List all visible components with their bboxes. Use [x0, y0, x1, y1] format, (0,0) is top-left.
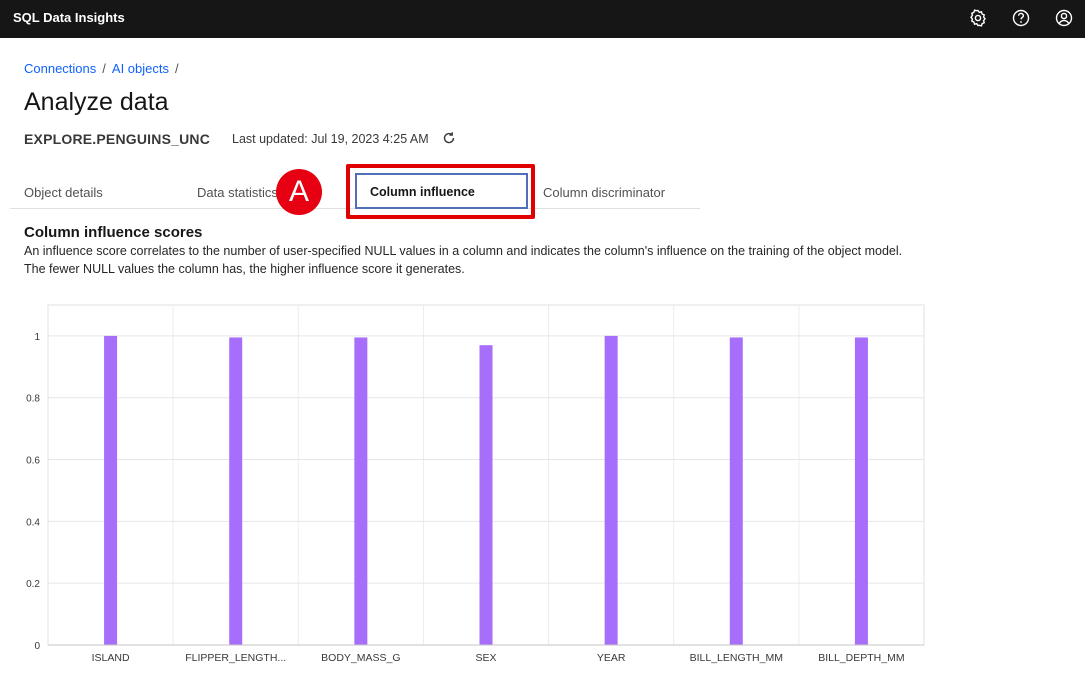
- object-name: EXPLORE.PENGUINS_UNC: [24, 131, 211, 147]
- chart-ytick-label: 0: [34, 641, 40, 652]
- chart-bar: [854, 337, 868, 645]
- refresh-icon[interactable]: [442, 131, 456, 145]
- highlight-box: [346, 164, 535, 219]
- chart-xtick-label: ISLAND: [92, 652, 130, 664]
- chart-ytick-label: 0.8: [26, 394, 40, 405]
- chart-bar: [354, 337, 368, 645]
- chart-bar: [729, 337, 743, 645]
- section-title: Column influence scores: [24, 224, 203, 241]
- chart-xtick-label: FLIPPER_LENGTH...: [185, 652, 286, 664]
- chart-xtick-label: BILL_DEPTH_MM: [818, 652, 904, 664]
- breadcrumb: Connections / AI objects /: [24, 61, 185, 76]
- last-updated-text: Last updated: Jul 19, 2023 4:25 AM: [232, 132, 429, 146]
- chart-xtick-label: SEX: [475, 652, 496, 664]
- chart-bar: [104, 335, 118, 645]
- tab-data-statistics[interactable]: Data statistics: [197, 185, 278, 200]
- column-influence-chart: 0 0.2 0.4 0.6 0.8 1 ISLAND FLIPPER_LENGTH... BOD…: [26, 304, 925, 664]
- section-description: An influence score correlates to the num…: [24, 244, 903, 276]
- chart-bar: [604, 335, 618, 645]
- app-title: SQL Data Insights: [13, 10, 125, 25]
- tab-column-discriminator[interactable]: Column discriminator: [543, 185, 665, 200]
- breadcrumb-ai-objects[interactable]: AI objects: [112, 61, 169, 76]
- help-icon[interactable]: [1011, 8, 1031, 28]
- chart-ytick-label: 1: [34, 332, 40, 343]
- chart-xtick-label: BILL_LENGTH_MM: [690, 652, 783, 664]
- chart-bar: [229, 337, 243, 645]
- breadcrumb-connections[interactable]: Connections: [24, 61, 96, 76]
- chart-xtick-label: YEAR: [597, 652, 626, 664]
- chart-ytick-label: 0.6: [26, 456, 40, 467]
- annotation-marker: A: [276, 169, 322, 215]
- chart-ytick-label: 0.4: [26, 517, 40, 528]
- top-bar: SQL Data Insights: [0, 0, 1085, 38]
- page-title: Analyze data: [24, 88, 169, 116]
- chart-bar: [479, 345, 493, 645]
- chart-ytick-label: 0.2: [26, 579, 40, 590]
- breadcrumb-separator: /: [175, 61, 179, 76]
- user-icon[interactable]: [1054, 8, 1074, 28]
- breadcrumb-separator: /: [102, 61, 106, 76]
- chart-xtick-label: BODY_MASS_G: [321, 652, 400, 664]
- settings-icon[interactable]: [968, 8, 988, 28]
- tab-object-details[interactable]: Object details: [24, 185, 103, 200]
